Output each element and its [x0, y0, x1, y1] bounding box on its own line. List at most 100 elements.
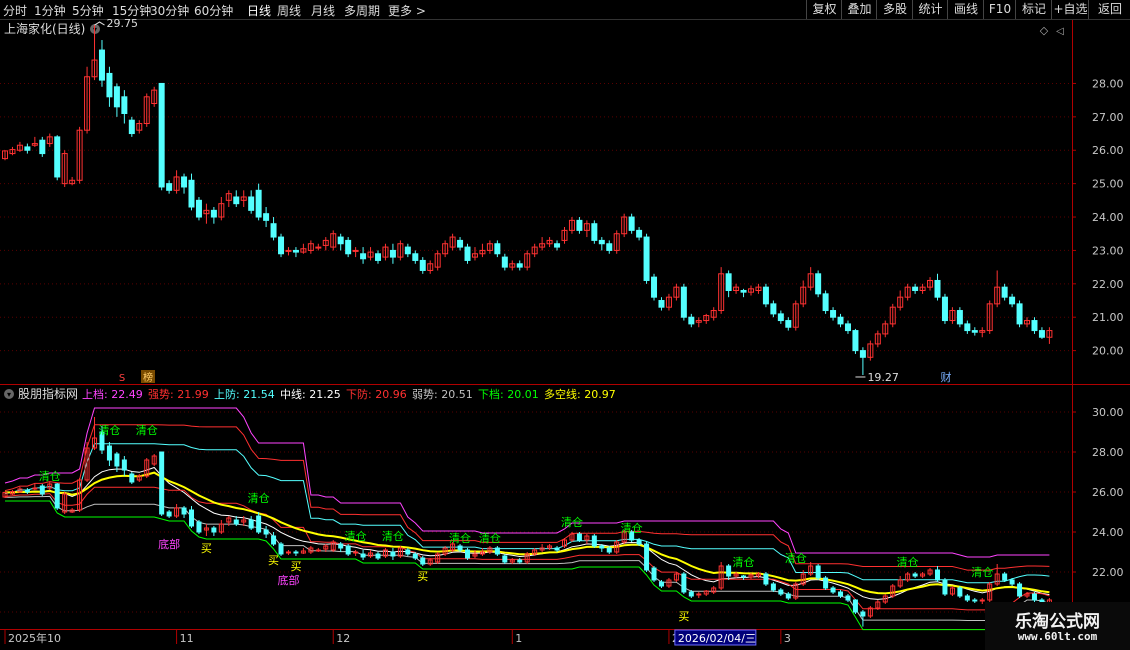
candle-body-54 — [404, 246, 411, 255]
main-title: 上海家化(日线) — [4, 21, 85, 36]
time-label-1: 11 — [180, 632, 194, 645]
main-ytick-label-2: 22.00 — [1092, 278, 1124, 291]
chart-svg: 上海家化(日线) ▾ ◇ ◁ 20.00 21.00 22.00 23.00 24.00 25.0… — [0, 17, 1130, 650]
candle-body-91 — [680, 286, 687, 318]
signal-qingcang-0: 清仓 — [39, 469, 61, 483]
candle-body-39 — [292, 249, 299, 253]
time-label-0: 2025年10 — [8, 631, 61, 645]
candle-body-36 — [270, 223, 277, 238]
candle-body-113 — [844, 323, 851, 332]
ind-candle-body-136 — [1017, 583, 1023, 597]
ind-candle-body-115 — [860, 611, 866, 617]
time-label-2: 12 — [336, 632, 350, 645]
ind-candle-body-36 — [271, 535, 277, 545]
candle-body-7 — [54, 136, 61, 178]
max-price-label: 29.75 — [107, 17, 138, 30]
candle-body-66 — [494, 243, 501, 255]
signal-dibu-15: 底部 — [277, 573, 299, 587]
signal-mai-16: 买 — [201, 542, 212, 555]
indicator-chevron-icon: ▾ — [7, 390, 11, 399]
ind-candle-body-74 — [554, 547, 560, 551]
ind-candle-body-92 — [688, 591, 694, 597]
ind-candle-body-113 — [845, 595, 851, 601]
max-marker-icon — [94, 21, 105, 26]
ind-candle-body-52 — [390, 551, 396, 557]
ind-candle-body-122 — [912, 573, 918, 577]
candle-body-86 — [643, 236, 650, 281]
ind-line-lower — [5, 500, 1050, 631]
main-ytick-label-4: 24.00 — [1092, 211, 1124, 224]
indicator-value-upper_def: 上防: 21.54 — [214, 387, 275, 401]
signal-mai-19: 买 — [417, 570, 428, 583]
main-ytick-label-0: 20.00 — [1092, 345, 1124, 358]
candle-body-35 — [263, 213, 270, 221]
ind-candle-body-135 — [1009, 579, 1015, 585]
indicator-value-strong: 强势: 21.99 — [148, 388, 209, 401]
main-ytick-label-5: 25.00 — [1092, 178, 1124, 191]
candle-body-79 — [591, 223, 598, 241]
signal-qingcang-1: 清仓 — [98, 423, 120, 437]
candle-body-67 — [501, 256, 508, 268]
candle-body-3 — [24, 146, 31, 151]
candle-body-46 — [345, 239, 352, 255]
signal-qingcang-9: 清仓 — [621, 521, 643, 535]
candle-body-45 — [337, 236, 344, 245]
ind-candle-body-134 — [1002, 573, 1008, 581]
indicator-value-lower_def: 下防: 20.96 — [346, 387, 407, 401]
ind-candle-body-26 — [196, 521, 202, 533]
ind-candle-body-91 — [681, 573, 687, 593]
ind-candle-body-130 — [972, 599, 978, 602]
main-ytick-label-7: 27.00 — [1092, 111, 1124, 124]
ind-candle-body-16 — [121, 459, 127, 471]
indicator-value-weak: 弱势: 20.51 — [412, 388, 473, 401]
candle-body-134 — [1001, 286, 1008, 298]
signal-qingcang-7: 清仓 — [479, 531, 501, 545]
candle-body-62 — [464, 246, 471, 261]
ind-candle-body-87 — [651, 567, 657, 581]
ind-candle-body-55 — [412, 553, 418, 559]
indicator-value-mid: 中线: 21.25 — [280, 387, 341, 401]
candle-body-28 — [210, 209, 217, 218]
candle-body-138 — [1031, 320, 1038, 332]
marker-bang: 榜 — [143, 371, 153, 384]
ind-candle-body-28 — [211, 527, 217, 533]
ind-candle-body-33 — [248, 519, 254, 529]
candle-body-74 — [554, 243, 561, 248]
ind-ytick-label-1: 22.00 — [1092, 566, 1124, 579]
signal-mai-17: 买 — [268, 554, 279, 567]
candle-body-15 — [113, 86, 120, 108]
signal-qingcang-11: 清仓 — [785, 551, 807, 565]
time-label-3: 1 — [515, 632, 522, 645]
candle-body-80 — [598, 239, 605, 245]
time-label-5: 3 — [784, 632, 791, 645]
candle-body-105 — [785, 320, 792, 328]
signal-qingcang-5: 清仓 — [382, 529, 404, 543]
candle-body-110 — [822, 293, 829, 312]
candle-body-85 — [636, 229, 643, 238]
ind-candle-body-138 — [1031, 593, 1037, 601]
candle-body-104 — [777, 313, 784, 322]
ind-candle-body-105 — [785, 593, 791, 599]
candle-body-109 — [815, 273, 822, 295]
signal-mai-18: 买 — [290, 560, 301, 573]
candle-body-22 — [166, 183, 173, 191]
signal-qingcang-4: 清仓 — [345, 529, 367, 543]
ind-candle-body-45 — [338, 543, 344, 549]
ind-candle-body-25 — [189, 509, 194, 527]
ind-candle-body-77 — [576, 533, 582, 541]
candle-body-97 — [725, 273, 732, 291]
candle-body-48 — [360, 253, 367, 260]
ind-candle-body-42 — [315, 549, 321, 552]
ind-candle-body-61 — [457, 545, 463, 551]
ind-candle-body-14 — [106, 445, 112, 461]
ind-candle-body-17 — [129, 473, 135, 483]
candle-body-88 — [658, 300, 665, 308]
candle-body-125 — [934, 279, 941, 298]
candle-body-34 — [255, 189, 262, 218]
ind-candle-body-34 — [256, 515, 262, 533]
ind-candle-body-102 — [763, 573, 769, 585]
candle-body-122 — [912, 286, 919, 291]
marker-s: S — [119, 373, 125, 384]
candle-body-47 — [352, 249, 359, 252]
ind-candle-body-93 — [696, 593, 702, 596]
